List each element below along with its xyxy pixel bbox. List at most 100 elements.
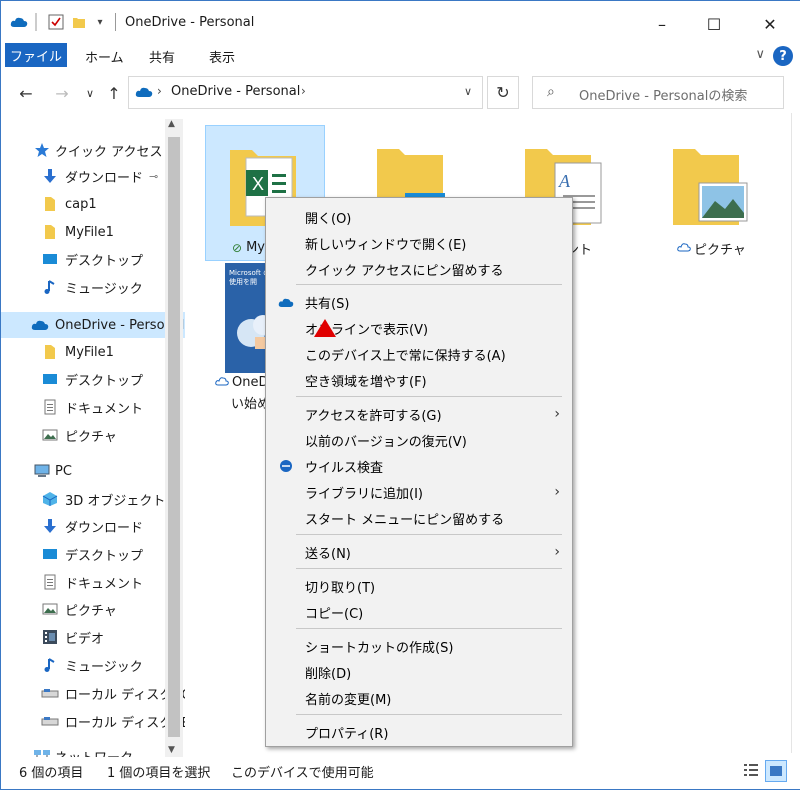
submenu-arrow-icon: › bbox=[554, 484, 560, 500]
synced-check-icon: ⊘ bbox=[232, 240, 243, 255]
scroll-down-icon[interactable]: ▼ bbox=[168, 745, 175, 755]
tab-share[interactable]: 共有 bbox=[149, 47, 175, 66]
sidebar-item-desktop[interactable]: デスクトップ bbox=[1, 246, 185, 272]
properties-icon[interactable] bbox=[47, 13, 65, 31]
large-icons-view-icon[interactable] bbox=[765, 760, 787, 782]
separator bbox=[115, 13, 116, 31]
svg-text:X: X bbox=[252, 174, 264, 194]
menu-item-restore-versions[interactable]: 以前のバージョンの復元(V) bbox=[266, 427, 572, 453]
desktop-icon bbox=[41, 546, 59, 562]
menu-item-label: ショートカットの作成(S) bbox=[305, 640, 454, 656]
address-bar[interactable]: › OneDrive - Personal › ∨ bbox=[128, 76, 483, 109]
search-icon: ⌕ bbox=[547, 84, 555, 100]
sidebar-item-pc-desktop[interactable]: デスクトップ bbox=[1, 541, 185, 567]
menu-item-share[interactable]: 共有(S) bbox=[266, 289, 572, 315]
menu-item-pin-quick-access[interactable]: クイック アクセスにピン留めする bbox=[266, 256, 572, 282]
sidebar-item-label: ミュージック bbox=[65, 281, 143, 297]
search-input[interactable]: ⌕ OneDrive - Personalの検索 bbox=[532, 76, 784, 109]
close-button[interactable]: ✕ bbox=[747, 9, 793, 39]
forward-button[interactable]: → bbox=[51, 83, 73, 103]
sidebar-item-network[interactable]: ネットワーク bbox=[1, 743, 185, 757]
menu-item-free-up-space[interactable]: 空き領域を増やす(F) bbox=[266, 367, 572, 393]
sidebar-item-myfile1[interactable]: MyFile1 bbox=[1, 219, 185, 245]
sidebar-item-pc-videos[interactable]: ビデオ bbox=[1, 624, 185, 650]
tab-home[interactable]: ホーム bbox=[85, 47, 124, 66]
sidebar-item-onedrive-desktop[interactable]: デスクトップ bbox=[1, 366, 185, 392]
sidebar-item-label: cap1 bbox=[65, 196, 97, 212]
sidebar-item-pc-documents[interactable]: ドキュメント bbox=[1, 569, 185, 595]
menu-item-label: ウイルス検査 bbox=[305, 460, 384, 476]
sidebar-item-downloads[interactable]: ダウンロード ⊸ bbox=[1, 163, 185, 189]
expand-ribbon-icon[interactable]: ∨ bbox=[755, 47, 765, 62]
scroll-up-icon[interactable]: ▲ bbox=[168, 119, 175, 129]
maximize-button[interactable]: ☐ bbox=[691, 9, 737, 39]
music-icon bbox=[41, 657, 59, 673]
menu-item-delete[interactable]: 削除(D) bbox=[266, 659, 572, 685]
sidebar-item-cap1[interactable]: cap1 bbox=[1, 191, 185, 217]
refresh-button[interactable]: ↻ bbox=[487, 76, 519, 109]
menu-item-label: クイック アクセスにピン留めする bbox=[305, 263, 504, 279]
menu-item-open[interactable]: 開く(O) bbox=[266, 204, 572, 230]
menu-item-pin-start[interactable]: スタート メニューにピン留めする bbox=[266, 505, 572, 531]
desktop-icon bbox=[41, 371, 59, 387]
menu-item-label: ライブラリに追加(I) bbox=[305, 486, 423, 502]
menu-item-view-online[interactable]: オンラインで表示(V) bbox=[266, 315, 572, 341]
tab-view[interactable]: 表示 bbox=[209, 47, 235, 66]
sidebar-item-pc-music[interactable]: ミュージック bbox=[1, 652, 185, 678]
up-button[interactable]: ↑ bbox=[103, 83, 125, 103]
menu-separator bbox=[296, 628, 562, 629]
sidebar-item-label: デスクトップ bbox=[65, 253, 144, 269]
help-button[interactable]: ? bbox=[773, 46, 793, 66]
onedrive-icon bbox=[135, 86, 153, 102]
sidebar-item-pc[interactable]: PC bbox=[1, 458, 185, 484]
address-dropdown-icon[interactable]: ∨ bbox=[464, 85, 472, 98]
tab-file[interactable]: ファイル bbox=[5, 43, 67, 67]
minimize-button[interactable]: – bbox=[639, 9, 685, 39]
onedrive-icon bbox=[278, 294, 294, 310]
menu-item-always-keep[interactable]: このデバイス上で常に保持する(A) bbox=[266, 341, 572, 367]
pin-icon[interactable]: ⊸ bbox=[149, 170, 158, 183]
sidebar-item-label: 3D オブジェクト bbox=[65, 493, 166, 509]
sidebar-item-pc-downloads[interactable]: ダウンロード bbox=[1, 513, 185, 539]
sidebar-item-onedrive-myfile1[interactable]: MyFile1 bbox=[1, 339, 185, 365]
menu-item-create-shortcut[interactable]: ショートカットの作成(S) bbox=[266, 633, 572, 659]
sidebar-item-drive-c[interactable]: ローカル ディスク (C bbox=[1, 680, 185, 706]
details-view-icon[interactable] bbox=[743, 762, 761, 780]
menu-item-rename[interactable]: 名前の変更(M) bbox=[266, 685, 572, 711]
menu-item-include-library[interactable]: ライブラリに追加(I) › bbox=[266, 479, 572, 505]
menu-separator bbox=[296, 714, 562, 715]
sidebar-item-label: ミュージック bbox=[65, 659, 143, 675]
sidebar-item-label: デスクトップ bbox=[65, 548, 144, 564]
sidebar-item-label: ダウンロード bbox=[65, 520, 144, 536]
sidebar-item-drive-e[interactable]: ローカル ディスク (E bbox=[1, 708, 185, 734]
menu-item-virus-scan[interactable]: ウイルス検査 bbox=[266, 453, 572, 479]
new-folder-icon[interactable] bbox=[71, 13, 87, 31]
folder-icon bbox=[41, 344, 59, 360]
recent-locations-icon[interactable]: ∨ bbox=[79, 83, 101, 103]
menu-item-open-new-window[interactable]: 新しいウィンドウで開く(E) bbox=[266, 230, 572, 256]
menu-item-cut[interactable]: 切り取り(T) bbox=[266, 573, 572, 599]
file-item[interactable]: ピクチャ bbox=[649, 125, 769, 261]
menu-item-label: アクセスを許可する(G) bbox=[305, 408, 442, 424]
sidebar-item-onedrive[interactable]: OneDrive - Personal bbox=[1, 312, 185, 338]
scroll-thumb[interactable] bbox=[168, 137, 180, 737]
navigation-scrollbar[interactable]: ▲ ▼ bbox=[165, 119, 183, 757]
customize-dropdown-icon[interactable]: ▾ bbox=[93, 13, 107, 31]
sidebar-item-3d-objects[interactable]: 3D オブジェクト bbox=[1, 486, 185, 512]
sidebar-item-label: MyFile1 bbox=[65, 224, 114, 240]
menu-item-properties[interactable]: プロパティ(R) bbox=[266, 719, 572, 745]
sidebar-item-onedrive-documents[interactable]: ドキュメント bbox=[1, 394, 185, 420]
breadcrumb-chevron-icon[interactable]: › bbox=[301, 84, 306, 98]
sidebar-item-music[interactable]: ミュージック bbox=[1, 274, 185, 300]
submenu-arrow-icon: › bbox=[554, 406, 560, 422]
sidebar-item-pc-pictures[interactable]: ピクチャ bbox=[1, 596, 185, 622]
menu-item-send-to[interactable]: 送る(N) › bbox=[266, 539, 572, 565]
menu-item-copy[interactable]: コピー(C) bbox=[266, 599, 572, 625]
onedrive-icon bbox=[31, 317, 49, 333]
back-button[interactable]: ← bbox=[15, 83, 37, 103]
menu-item-give-access[interactable]: アクセスを許可する(G) › bbox=[266, 401, 572, 427]
menu-item-label: 共有(S) bbox=[305, 296, 350, 312]
sidebar-item-onedrive-pictures[interactable]: ピクチャ bbox=[1, 422, 185, 448]
breadcrumb-onedrive[interactable]: OneDrive - Personal bbox=[171, 84, 300, 99]
sidebar-item-quick-access[interactable]: クイック アクセス bbox=[1, 137, 185, 163]
